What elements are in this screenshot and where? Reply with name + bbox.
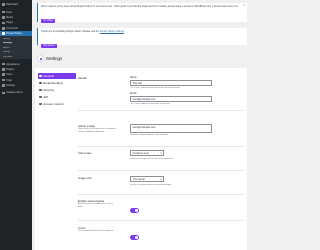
plugins-icon [2,68,5,71]
try-today-button[interactable]: Try today [41,18,55,23]
sidebar-item-label: Collapse Menu [6,91,23,95]
image-size-help: Size of the image shown in the email mes… [130,184,172,186]
image-size-select[interactable]: Thumbnail ▾ [130,176,164,182]
dashboard-icon [2,3,5,6]
admin-emails-desc: Send copies of all emails sent to recipi… [78,128,116,133]
tab-api[interactable]: API [38,94,76,100]
tab-label: API [43,95,49,99]
sidebar-item-label: Settings [6,84,16,88]
sidebar-item-label: Users [6,73,13,77]
sender-label: Sender [78,76,88,80]
simple-history-icon [2,32,5,35]
email-sending-icon [39,81,42,85]
chevron-down-icon: ▾ [160,152,162,155]
crons-toggle[interactable] [130,235,139,240]
admin-sidebar: Dashboard Posts Media Pages Comments Simple H… [0,0,32,250]
review-notice: We've noticed you've been using Simple H… [37,3,247,23]
divider [78,170,243,171]
sidebar-item-label: Tools [6,78,12,82]
autocomplete-toggle[interactable] [130,208,139,213]
sidebar-item-label: Posts [6,10,13,14]
api-icon [39,95,42,99]
cart-scope-select[interactable]: Content Level ▾ [130,150,164,156]
settings-logo-icon [37,55,44,62]
tab-label: General [43,74,54,78]
tab-label: Access Control [43,102,64,106]
posts-icon [2,10,5,14]
divider [78,110,243,111]
settings-link[interactable]: Simple History settings [100,30,124,33]
divider [78,194,243,195]
tab-label: Security [43,88,55,92]
sidebar-item-label: Pages [6,21,14,25]
pages-icon [2,21,5,25]
crons-desc: Run scheduled tasks in the background. [78,230,114,232]
image-size-label: Image size [78,176,92,180]
cart-scope-label: Cart scope [78,151,92,155]
appearance-icon [2,62,5,66]
security-icon [39,88,42,92]
settings-tabs: General Email Sending Security API Access Co… [37,73,76,108]
welcome-notice: Thank you for installing Simple History!… [37,28,247,48]
settings-icon [2,84,5,87]
sender-name-field[interactable]: The sail [130,80,212,86]
comments-icon [2,26,5,30]
sidebar-item-label: Appearance [6,62,20,66]
tab-label: Email Sending [43,81,63,85]
chevron-down-icon: ▾ [160,178,162,181]
email-help: The "From" address of email that will be… [130,103,171,105]
general-icon [39,74,42,78]
sidebar-item-label: Settings [3,42,13,45]
tab-security[interactable]: Security [38,87,76,93]
close-icon[interactable]: ✕ [243,4,245,7]
name-help: The "From" name of email that will be se… [130,87,180,89]
sidebar-item-label: Premium [3,56,13,59]
sidebar-item-label: Export [3,46,10,49]
access-control-icon [39,102,42,106]
notice-text: We've noticed you've been using Simple H… [41,4,239,8]
sidebar-item-label: History [3,37,11,40]
cart-scope-help: Choose the scope that the cart will be t… [130,158,174,160]
sidebar-item-label: Simple History [6,32,23,36]
get-started-button[interactable]: Get started [41,43,57,48]
admin-emails-field[interactable]: user@example.com [130,124,212,133]
tab-general[interactable]: General [37,73,76,79]
sidebar-item-label: Debug [3,51,10,54]
email-field-label: Email [130,92,137,95]
users-icon [2,73,5,77]
media-icon [2,16,5,19]
sidebar-item-collapse-menu[interactable]: Collapse Menu [0,90,32,95]
autocomplete-desc: Allow browsers to autofill values in for… [78,203,114,208]
sidebar-item-label: Comments [6,26,19,30]
tab-email-sending[interactable]: Email Sending [38,80,76,86]
sender-email-field[interactable]: user@example.com [130,96,212,102]
divider [78,220,243,221]
settings-card: General Email Sending Security API Access Co… [35,68,247,250]
admin-emails-help: Separate multiple addresses with a comma… [130,134,169,136]
settings-header: Settings [32,52,250,65]
tools-icon [2,78,5,82]
name-field-label: Name [130,76,137,79]
sidebar-item-label: Media [6,15,13,19]
sidebar-item-label: Dashboard [6,3,19,7]
main-content: We've noticed you've been using Simple H… [32,0,250,250]
notice-text: Thank you for installing Simple History!… [41,29,125,33]
sidebar-item-label: Plugins [6,67,15,71]
divider [78,146,243,147]
tab-access-control[interactable]: Access Control [38,101,76,107]
collapse-menu-icon [2,91,5,95]
page-title: Settings [46,56,63,61]
